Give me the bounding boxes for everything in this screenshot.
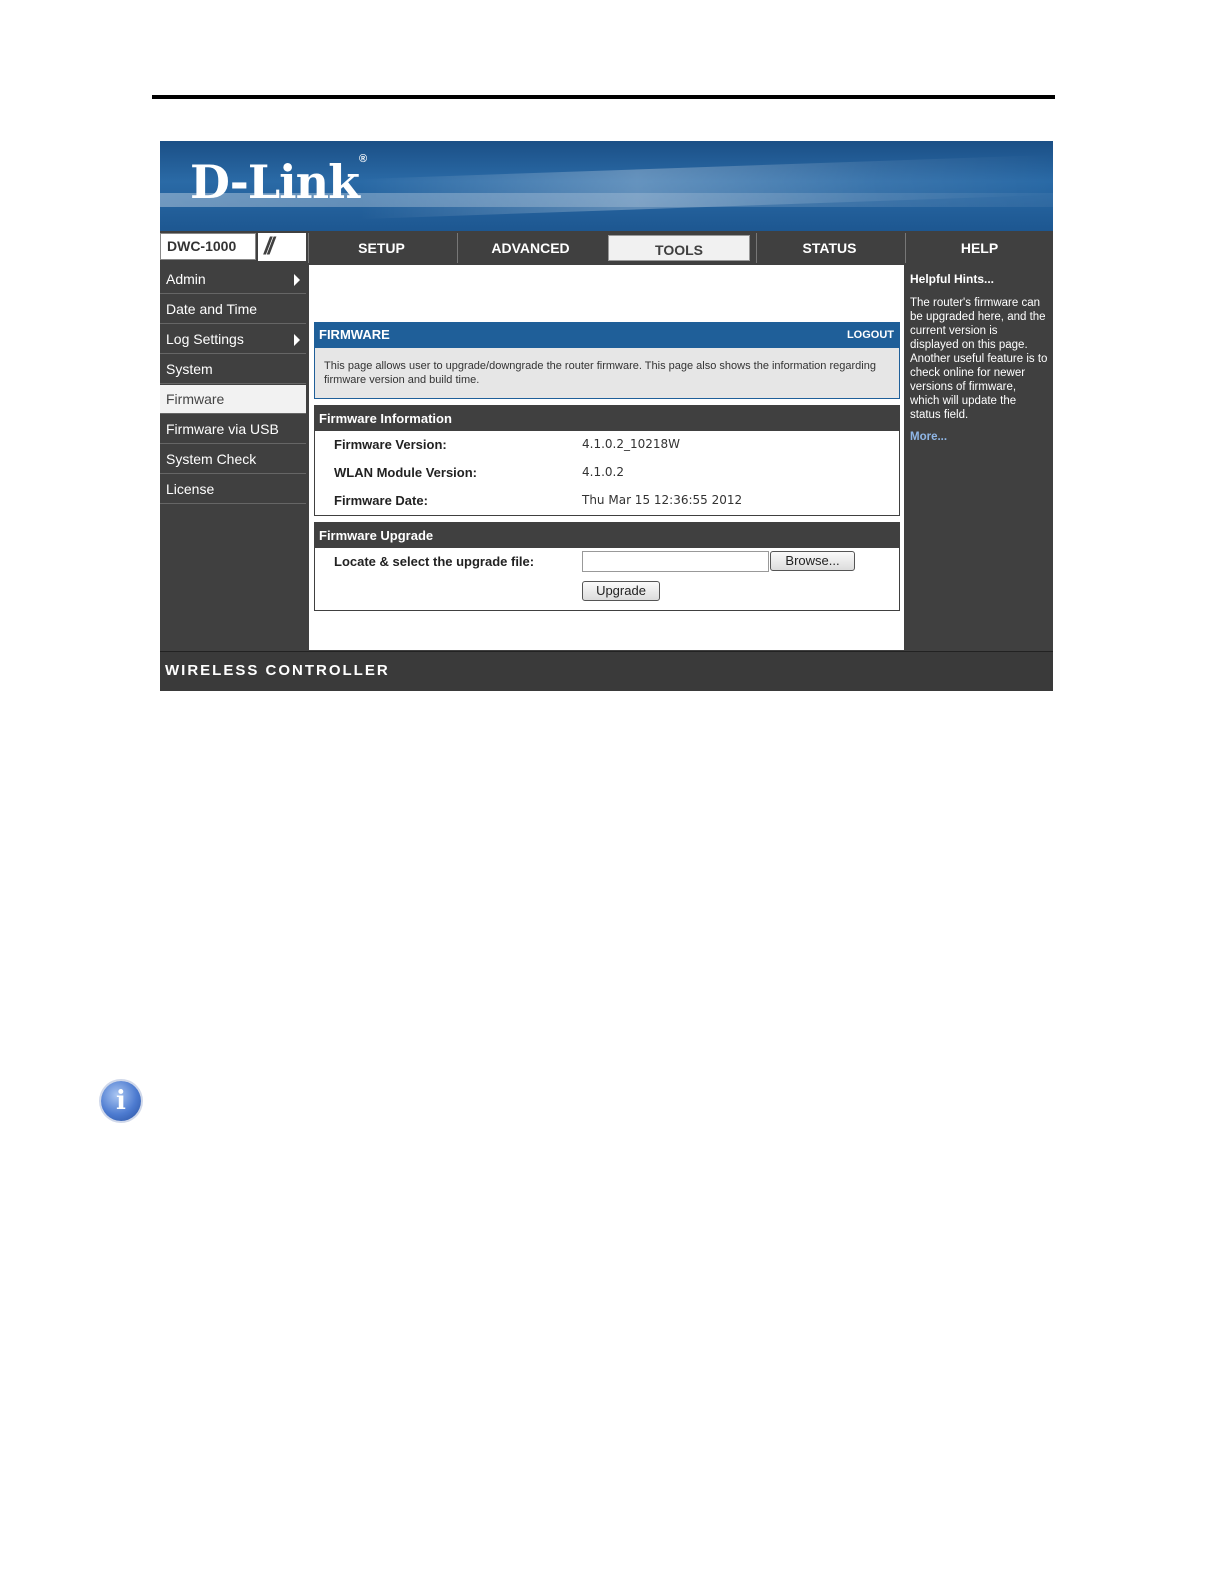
footer: WIRELESS CONTROLLER xyxy=(160,651,1053,691)
browse-button[interactable]: Browse... xyxy=(770,551,855,571)
info-row-firmware-version: Firmware Version: 4.1.0.2_10218W xyxy=(315,431,899,459)
tab-tools[interactable]: TOOLS xyxy=(606,233,752,263)
help-panel: Helpful Hints... The router's firmware c… xyxy=(906,265,1053,650)
router-admin-ui: D-Link® DWC-1000 // SETUP ADVANCED TOOLS… xyxy=(160,141,1053,691)
info-row-firmware-date: Firmware Date: Thu Mar 15 12:36:55 2012 xyxy=(315,487,899,515)
upgrade-button[interactable]: Upgrade xyxy=(582,581,660,601)
slashes-decoration: // xyxy=(258,233,306,261)
sidebar-item-firmware[interactable]: Firmware xyxy=(160,385,306,414)
page-top-rule xyxy=(152,95,1055,99)
main-content: FIRMWARE LOGOUT This page allows user to… xyxy=(309,265,904,650)
dlink-logo: D-Link® xyxy=(190,152,367,209)
logout-link[interactable]: LOGOUT xyxy=(847,322,894,348)
field-label: Locate & select the upgrade file: xyxy=(334,554,535,569)
header-banner: D-Link® xyxy=(160,141,1053,231)
sidebar-item-admin[interactable]: Admin xyxy=(160,265,306,294)
sidebar: Admin Date and Time Log Settings System … xyxy=(160,265,306,505)
sidebar-item-label: License xyxy=(166,481,215,497)
sidebar-item-license[interactable]: License xyxy=(160,475,306,504)
sidebar-item-label: Firmware via USB xyxy=(166,421,279,437)
info-row-wlan-module-version: WLAN Module Version: 4.1.0.2 xyxy=(315,459,899,487)
sidebar-item-label: Log Settings xyxy=(166,331,244,347)
page-title: FIRMWARE xyxy=(319,327,390,342)
sidebar-item-label: Firmware xyxy=(166,391,225,407)
firmware-version-value: 4.1.0.2_10218W xyxy=(582,437,681,451)
help-title: Helpful Hints... xyxy=(910,272,994,286)
sidebar-item-firmware-via-usb[interactable]: Firmware via USB xyxy=(160,415,306,444)
help-text: The router's firmware can be upgraded he… xyxy=(910,297,1048,421)
submenu-arrow-icon xyxy=(294,334,300,346)
field-label: WLAN Module Version: xyxy=(334,465,477,480)
top-nav: DWC-1000 // SETUP ADVANCED TOOLS STATUS … xyxy=(160,231,1053,264)
sidebar-item-date-and-time[interactable]: Date and Time xyxy=(160,295,306,324)
section-title: Firmware Information xyxy=(315,406,899,431)
page-description: This page allows user to upgrade/downgra… xyxy=(314,348,900,399)
panel-header: FIRMWARE LOGOUT xyxy=(314,322,900,348)
tab-help[interactable]: HELP xyxy=(905,233,1053,263)
field-label: Firmware Version: xyxy=(334,437,447,452)
footer-text: WIRELESS CONTROLLER xyxy=(165,662,390,679)
field-label: Firmware Date: xyxy=(334,493,428,508)
tab-advanced[interactable]: ADVANCED xyxy=(457,233,603,263)
banner-decoration xyxy=(360,154,1053,220)
info-icon-glyph: i xyxy=(116,1086,126,1116)
upgrade-file-row: Locate & select the upgrade file: Browse… xyxy=(315,548,899,576)
sidebar-item-system[interactable]: System xyxy=(160,355,306,384)
sidebar-item-system-check[interactable]: System Check xyxy=(160,445,306,474)
section-title: Firmware Upgrade xyxy=(315,523,899,548)
help-more-link[interactable]: More... xyxy=(910,431,947,443)
sidebar-item-label: Date and Time xyxy=(166,301,258,317)
firmware-information-section: Firmware Information Firmware Version: 4… xyxy=(314,405,900,516)
model-name: DWC-1000 xyxy=(160,233,256,260)
wlan-module-version-value: 4.1.0.2 xyxy=(582,465,624,479)
sidebar-item-label: System Check xyxy=(166,451,257,467)
firmware-upgrade-section: Firmware Upgrade Locate & select the upg… xyxy=(314,522,900,611)
info-icon: i xyxy=(101,1081,141,1121)
upgrade-file-input[interactable] xyxy=(582,551,769,572)
upgrade-action-row: Upgrade xyxy=(315,576,899,604)
registered-mark: ® xyxy=(358,152,367,165)
logo-text: D-Link xyxy=(190,155,360,209)
sidebar-item-log-settings[interactable]: Log Settings xyxy=(160,325,306,354)
submenu-arrow-icon xyxy=(294,274,300,286)
tab-setup[interactable]: SETUP xyxy=(308,233,454,263)
firmware-date-value: Thu Mar 15 12:36:55 2012 xyxy=(582,493,743,507)
sidebar-item-label: Admin xyxy=(166,271,206,287)
sidebar-item-label: System xyxy=(166,361,213,377)
tab-status[interactable]: STATUS xyxy=(756,233,902,263)
